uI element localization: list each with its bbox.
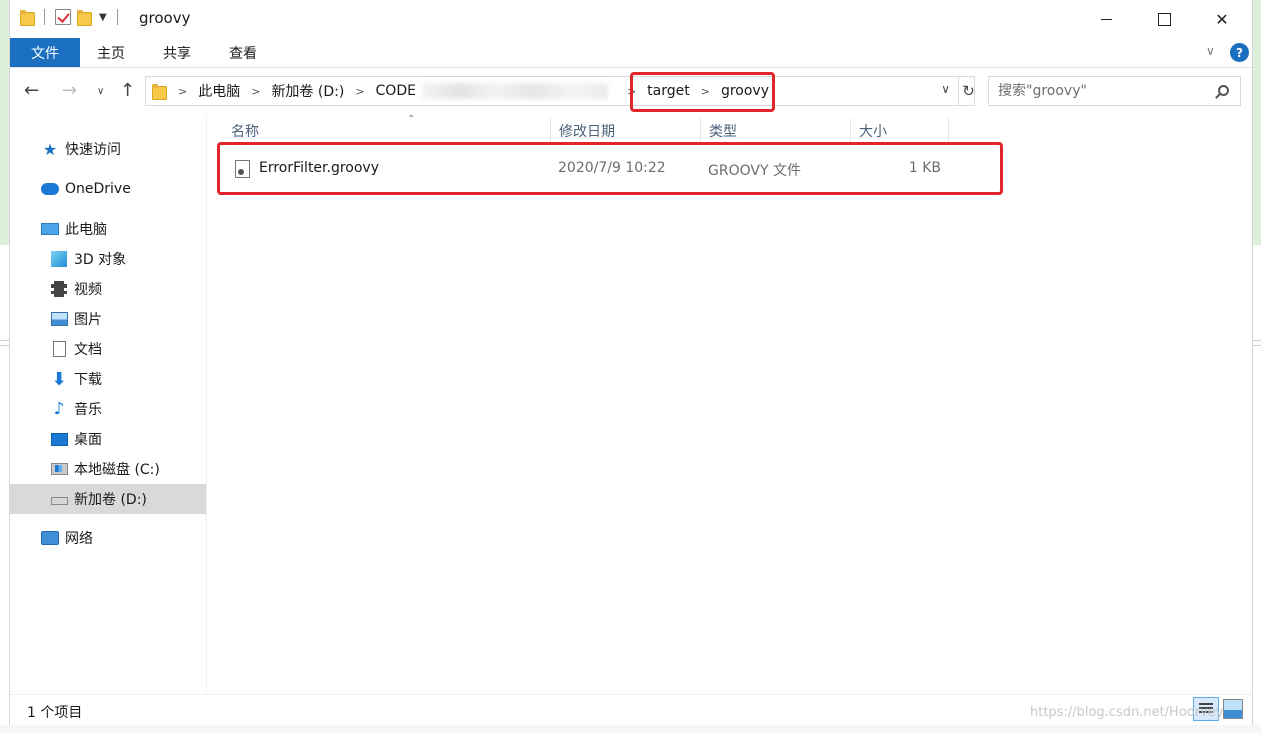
back-arrow-icon[interactable]: ← bbox=[24, 80, 39, 101]
help-icon[interactable]: ? bbox=[1230, 43, 1249, 62]
tab-share[interactable]: 共享 bbox=[162, 38, 192, 67]
cloud-icon bbox=[41, 183, 59, 195]
new-folder-icon[interactable] bbox=[77, 9, 92, 26]
minimize-button[interactable] bbox=[1076, 0, 1136, 38]
close-button[interactable]: ✕ bbox=[1192, 0, 1252, 38]
folder-icon bbox=[152, 83, 167, 100]
network-icon bbox=[41, 531, 59, 545]
background-window-strip-right bbox=[1253, 0, 1261, 245]
sidebar-item-pictures[interactable]: 图片 bbox=[10, 304, 206, 334]
document-icon bbox=[52, 341, 66, 357]
sidebar-item-quick-access[interactable]: ★ 快速访问 bbox=[10, 134, 206, 164]
tab-view[interactable]: 查看 bbox=[228, 38, 258, 67]
sidebar-item-onedrive[interactable]: OneDrive bbox=[10, 174, 206, 204]
tab-home[interactable]: 主页 bbox=[96, 38, 126, 67]
background-window-strip bbox=[0, 0, 9, 733]
explorer-window: ▼ groovy ✕ 文件 主页 共享 查看 ∨ ? ← → ∨ ↑ > 此电脑… bbox=[9, 0, 1253, 733]
refresh-icon[interactable]: ↻ bbox=[958, 77, 978, 105]
sidebar-item-downloads[interactable]: ⬇ 下载 bbox=[10, 364, 206, 394]
address-dropdown-icon[interactable]: ∨ bbox=[941, 82, 950, 96]
sidebar-item-drive-d[interactable]: 新加卷 (D:) bbox=[10, 484, 206, 514]
chevron-right-icon[interactable]: > bbox=[178, 85, 187, 98]
quick-access-toolbar: ▼ bbox=[20, 9, 122, 26]
tab-file[interactable]: 文件 bbox=[10, 38, 80, 67]
watermark: https://blog.csdn.net/Hoorvey bbox=[1030, 705, 1224, 720]
sidebar-item-videos[interactable]: 视频 bbox=[10, 274, 206, 304]
navigation-pane: ★ 快速访问 OneDrive 此电脑 3D 对象 视频 图片 文档 ⬇ 下载 … bbox=[10, 114, 206, 694]
background-window-separator-right bbox=[1253, 340, 1261, 346]
sidebar-item-network[interactable]: 网络 bbox=[10, 523, 206, 553]
drive-c-icon bbox=[50, 463, 68, 475]
column-header-name[interactable]: 名称 ⌃ bbox=[223, 114, 551, 144]
blurred-path bbox=[421, 83, 608, 99]
picture-icon bbox=[50, 312, 68, 326]
folder-icon bbox=[20, 9, 35, 26]
star-icon: ★ bbox=[42, 139, 58, 159]
chevron-right-icon[interactable]: > bbox=[251, 85, 260, 98]
breadcrumb-this-pc[interactable]: 此电脑 bbox=[198, 81, 240, 101]
video-icon bbox=[51, 281, 67, 297]
column-header-type[interactable]: 类型 bbox=[701, 118, 851, 144]
breadcrumb-drive-d[interactable]: 新加卷 (D:) bbox=[271, 81, 344, 101]
ribbon-tabs: 文件 主页 共享 查看 ∨ ? bbox=[10, 38, 1252, 68]
sidebar-item-documents[interactable]: 文档 bbox=[10, 334, 206, 364]
item-count: 1 个项目 bbox=[27, 705, 83, 721]
search-icon[interactable] bbox=[1218, 85, 1229, 96]
large-icons-view-icon[interactable] bbox=[1223, 699, 1243, 719]
highlight-annotation-path bbox=[630, 72, 775, 112]
forward-arrow-icon[interactable]: → bbox=[62, 80, 77, 101]
drive-d-icon bbox=[50, 497, 68, 505]
title-bar: ▼ groovy ✕ bbox=[10, 0, 1252, 38]
address-bar[interactable]: > 此电脑 > 新加卷 (D:) > CODE > target > groov… bbox=[145, 76, 975, 106]
search-box[interactable] bbox=[988, 76, 1241, 106]
properties-icon[interactable] bbox=[55, 9, 71, 25]
sort-ascending-icon: ⌃ bbox=[407, 114, 416, 125]
sidebar-item-drive-c[interactable]: 本地磁盘 (C:) bbox=[10, 454, 206, 484]
search-input[interactable] bbox=[998, 83, 1213, 99]
maximize-button[interactable] bbox=[1134, 0, 1194, 38]
music-icon: ♪ bbox=[53, 399, 65, 419]
sidebar-item-3d-objects[interactable]: 3D 对象 bbox=[10, 244, 206, 274]
sidebar-item-this-pc[interactable]: 此电脑 bbox=[10, 214, 206, 244]
computer-icon bbox=[41, 223, 59, 235]
column-header-date[interactable]: 修改日期 bbox=[551, 118, 701, 144]
file-list: 名称 ⌃ 修改日期 类型 大小 ErrorFilter.groovy 2020/… bbox=[207, 114, 1253, 694]
column-header-size[interactable]: 大小 bbox=[851, 118, 949, 144]
window-title: groovy bbox=[139, 9, 191, 27]
download-icon: ⬇ bbox=[51, 368, 67, 390]
highlight-annotation-file bbox=[217, 142, 1003, 195]
recent-locations-icon[interactable]: ∨ bbox=[97, 86, 104, 97]
bottom-strip bbox=[0, 725, 1261, 733]
chevron-right-icon[interactable]: > bbox=[355, 85, 364, 98]
breadcrumb-code[interactable]: CODE bbox=[376, 83, 416, 99]
sidebar-item-desktop[interactable]: 桌面 bbox=[10, 424, 206, 454]
customize-toolbar-icon[interactable]: ▼ bbox=[99, 12, 107, 23]
sidebar-item-music[interactable]: ♪ 音乐 bbox=[10, 394, 206, 424]
desktop-icon bbox=[50, 432, 68, 446]
up-arrow-icon[interactable]: ↑ bbox=[120, 80, 135, 101]
3d-objects-icon bbox=[51, 251, 67, 267]
expand-ribbon-icon[interactable]: ∨ bbox=[1206, 44, 1215, 58]
